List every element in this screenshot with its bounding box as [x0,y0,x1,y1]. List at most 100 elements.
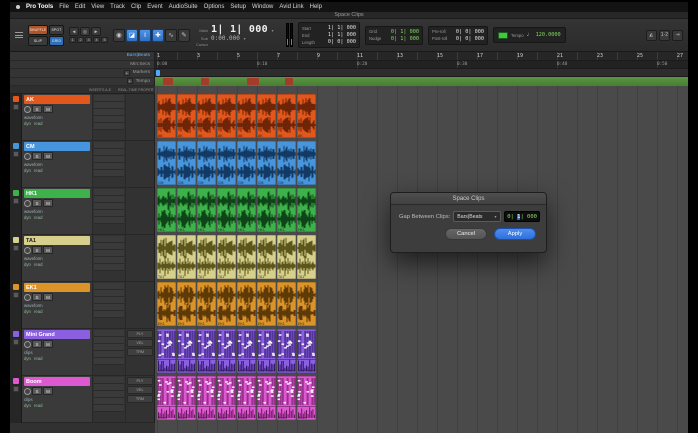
audio-clip[interactable]: EK1 [197,282,216,326]
trim-tool[interactable]: ◪ [126,29,138,42]
insert-slot[interactable] [94,203,124,210]
automation-mode-button[interactable]: read [34,356,43,361]
rtp-trm-button[interactable]: TRM [127,395,153,403]
audio-clip[interactable]: EK1 [277,282,296,326]
audio-clip[interactable]: EK1 [297,282,316,326]
midi-clip[interactable]: Boom [297,376,316,420]
automation-mode-button[interactable]: read [34,403,43,408]
audio-clip[interactable]: EK1 [237,282,256,326]
record-enable-button[interactable] [24,294,31,301]
track-view-selector[interactable]: waveform [24,256,90,261]
mute-button[interactable]: M [43,246,53,254]
audio-clip[interactable]: TA1 [237,235,256,279]
track-name[interactable]: HK1 [24,189,90,198]
main-counter-value[interactable]: 1| 1| 000 [211,24,268,35]
audio-clip[interactable]: EK1 [177,282,196,326]
track-color-tab[interactable] [13,96,19,102]
audio-clip[interactable]: HK1 [297,188,316,232]
insert-slot[interactable] [94,210,124,217]
track-name[interactable]: EK1 [24,283,90,292]
rtp-trm-button[interactable]: TRM [127,348,153,356]
insert-slot[interactable] [94,102,124,109]
horizontal-zoom-in-icon[interactable]: ► [91,27,101,36]
menu-item-edit[interactable]: Edit [75,4,85,10]
insert-slot[interactable] [94,297,124,304]
record-enable-button[interactable] [24,200,31,207]
zoomer-icon[interactable]: ◎ [80,27,90,36]
insert-slot[interactable] [94,170,124,177]
mute-button[interactable]: M [43,199,53,207]
midi-clip[interactable]: Mini Grand [297,329,316,373]
horizontal-zoom-out-icon[interactable]: ◄ [69,27,79,36]
gap-units-dropdown[interactable]: Bars|Beats ▼ [453,211,501,222]
audio-clip[interactable]: TA1 [157,235,176,279]
solo-button[interactable]: S [32,340,42,348]
mute-button[interactable]: M [43,152,53,160]
audio-clip[interactable]: TA1 [177,235,196,279]
solo-button[interactable]: S [32,293,42,301]
post-roll-value[interactable]: 0| 0| 000 [456,36,484,42]
insert-slot[interactable] [94,257,124,264]
sub-counter-value[interactable]: 0:00.000 [211,35,240,42]
menu-item-window[interactable]: Window [252,4,273,10]
audio-clip[interactable]: HK1 [197,188,216,232]
audio-clip[interactable]: HK1 [277,188,296,232]
insert-slot[interactable] [94,196,124,203]
audio-clip[interactable]: CM [177,141,196,185]
midi-clip[interactable]: Boom [177,376,196,420]
automation-mode-button[interactable]: read [34,215,43,220]
bars-beats-ruler[interactable]: 13579111315171921232527 [155,52,688,61]
midi-clip[interactable]: Boom [237,376,256,420]
solo-button[interactable]: S [32,199,42,207]
automation-mode-button[interactable]: read [34,309,43,314]
audio-clip[interactable]: CM [297,141,316,185]
mute-button[interactable]: M [43,387,53,395]
track-color-tab[interactable] [13,378,19,384]
midi-merge-icon[interactable]: ⇥ [672,30,683,41]
mute-button[interactable]: M [43,105,53,113]
mode-slip[interactable]: SLIP [28,36,48,46]
audio-clip[interactable]: TA1 [257,235,276,279]
solo-button[interactable]: S [32,387,42,395]
menu-item-file[interactable]: File [59,4,69,10]
audio-clip[interactable]: TA1 [297,235,316,279]
insert-slot[interactable] [94,142,124,149]
audio-clip[interactable]: CM [197,141,216,185]
midi-clip[interactable]: Boom [217,376,236,420]
ruler-row-min-secs[interactable]: Min:Secs [10,61,154,70]
menu-item-setup[interactable]: Setup [230,4,246,10]
track-view-selector[interactable]: waveform [24,209,90,214]
track-mini-icon[interactable] [13,104,19,110]
insert-slot[interactable] [94,398,124,405]
track-mini-icon[interactable] [13,339,19,345]
track-view-selector[interactable]: waveform [24,115,90,120]
zoom-preset-3[interactable]: 3 [85,37,92,43]
record-enable-button[interactable] [24,388,31,395]
scrubber-tool[interactable]: ∿ [165,29,177,42]
menu-item-view[interactable]: View [91,4,104,10]
automation-mode-button[interactable]: read [34,168,43,173]
audio-clip[interactable]: CM [157,141,176,185]
audio-clip[interactable]: TA1 [197,235,216,279]
mode-spot[interactable]: SPOT [49,25,64,35]
track-mini-icon[interactable] [13,245,19,251]
ruler-row-markers[interactable]: +Markers [10,69,154,78]
insert-slot[interactable] [94,243,124,250]
insert-slot[interactable] [94,377,124,384]
solo-button[interactable]: S [32,152,42,160]
zoom-preset-2[interactable]: 2 [77,37,84,43]
track-name[interactable]: Mini Grand [24,330,90,339]
apple-icon[interactable] [16,5,20,9]
start-value[interactable]: 1| 1| 000 [328,25,356,31]
dyn-timebase-button[interactable]: dyn [24,168,31,173]
solo-button[interactable]: S [32,246,42,254]
mute-button[interactable]: M [43,340,53,348]
track-color-tab[interactable] [13,237,19,243]
min-secs-ruler[interactable]: 0:000:100:200:300:400:50 [155,61,688,69]
insert-slot[interactable] [94,351,124,358]
track-view-selector[interactable]: waveform [24,162,90,167]
midi-clip[interactable]: Mini Grand [157,329,176,373]
cancel-button[interactable]: Cancel [445,228,487,240]
end-value[interactable]: 1| 1| 000 [328,32,356,38]
audio-clip[interactable]: EK1 [257,282,276,326]
